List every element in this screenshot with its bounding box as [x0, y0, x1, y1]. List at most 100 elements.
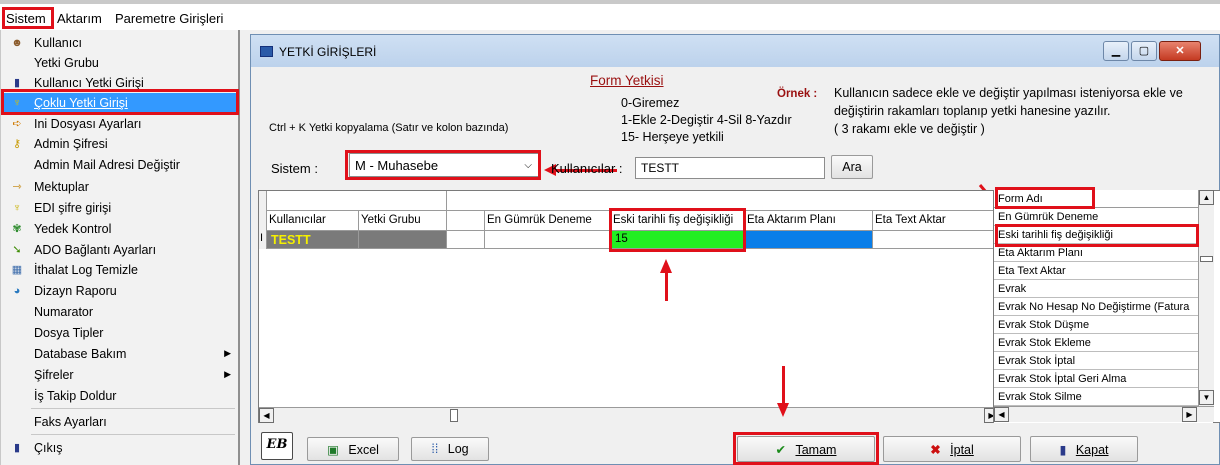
form-list-header[interactable]: Form Adı	[994, 190, 1198, 208]
form-list-item[interactable]: Evrak Stok İptal	[994, 352, 1198, 370]
menu-item-label: Dosya Tipler	[34, 326, 104, 340]
menu-aktarim[interactable]: Aktarım	[57, 11, 102, 26]
door-exit-icon: ▮	[1059, 443, 1067, 457]
cell-blank[interactable]	[447, 231, 485, 249]
menu-separator	[31, 434, 235, 435]
menu-item-label: Kullanıcı Yetki Girişi	[34, 76, 144, 90]
scroll-thumb[interactable]	[1200, 256, 1213, 262]
ara-button[interactable]: Ara	[831, 155, 873, 179]
grid-horizontal-scrollbar[interactable]: ◀ ▶	[259, 407, 1000, 423]
col-header-eta-text-aktar[interactable]: Eta Text Aktar	[873, 211, 1000, 231]
scroll-left-icon[interactable]: ◀	[259, 408, 274, 423]
menu-parametre-girisleri[interactable]: Paremetre Girişleri	[115, 11, 223, 26]
cell-user[interactable]: TESTT	[267, 231, 359, 249]
menu-item-numarator[interactable]: Numarator	[1, 302, 239, 322]
menu-item-label: EDI şifre girişi	[34, 201, 112, 215]
tamam-button[interactable]: ✔ Tamam	[737, 436, 875, 462]
menu-item-label: Kullanıcı	[34, 36, 82, 50]
menu-item-coklu-yetki-girisi[interactable]: ♆ Çoklu Yetki Girişi	[1, 93, 239, 113]
menu-item-kullanici-yetki-girisi[interactable]: ▮ Kullanıcı Yetki Girişi	[1, 73, 239, 93]
cell-eta-text[interactable]	[873, 231, 1000, 249]
form-list-horizontal-scrollbar[interactable]: ◀ ▶	[994, 406, 1214, 422]
menu-item-label: Dizayn Raporu	[34, 284, 117, 298]
menu-sistem[interactable]: Sistem	[6, 11, 46, 26]
menu-item-faks-ayarlari[interactable]: Faks Ayarları	[1, 412, 239, 432]
scroll-thumb[interactable]	[450, 409, 458, 422]
scroll-up-icon[interactable]: ▲	[1199, 190, 1214, 205]
menu-item-dizayn-raporu[interactable]: ◕ Dizayn Raporu	[1, 281, 239, 301]
scroll-down-icon[interactable]: ▼	[1199, 390, 1214, 405]
tamam-button-label: Tamam	[795, 443, 837, 457]
menu-item-edi-sifre-girisi[interactable]: ♆ EDI şifre girişi	[1, 198, 239, 218]
form-list-item[interactable]: Evrak Stok Ekleme	[994, 334, 1198, 352]
ornek-label: Örnek :	[777, 88, 818, 100]
menu-item-admin-sifresi[interactable]: ⚷ Admin Şifresi	[1, 134, 239, 154]
form-list-item[interactable]: En Gümrük Deneme	[994, 208, 1198, 226]
maximize-button[interactable]: ▢	[1131, 41, 1157, 61]
kapat-button-label: Kapat	[1075, 443, 1109, 457]
log-button-label: Log	[447, 442, 469, 456]
scroll-right-icon[interactable]: ▶	[1182, 407, 1197, 422]
close-icon: ✕	[1175, 45, 1185, 57]
form-list-item[interactable]: Eta Aktarım Planı	[994, 244, 1198, 262]
cell-eski-tarihli-fis[interactable]: 15	[611, 231, 745, 249]
menu-item-cikis[interactable]: ▮ Çıkış	[1, 438, 239, 458]
window-titlebar: YETKİ GİRİŞLERİ ▁ ▢ ✕	[251, 35, 1219, 67]
col-header-en-gumruk-deneme[interactable]: En Gümrük Deneme	[485, 211, 611, 231]
key-icon: ⚷	[12, 138, 22, 150]
kullanici-input[interactable]: TESTT	[635, 157, 825, 179]
menu-item-admin-mail-adresi[interactable]: Admin Mail Adresi Değiştir	[1, 155, 239, 175]
iptal-button[interactable]: ✖ İptal	[883, 436, 1021, 462]
form-list-item[interactable]: Evrak Stok Silme	[994, 388, 1198, 406]
minimize-button[interactable]: ▁	[1103, 41, 1129, 61]
form-list-vertical-scrollbar[interactable]: ▲ ▼	[1198, 190, 1214, 406]
col-header-blank[interactable]	[447, 211, 485, 231]
cell-en-gumruk[interactable]	[485, 231, 611, 249]
menu-item-ado-baglanti[interactable]: ➘ ADO Bağlantı Ayarları	[1, 240, 239, 260]
form-list-item-selected[interactable]: Eski tarihli fiş değişikliği	[994, 226, 1198, 244]
form-list-item[interactable]: Evrak No Hesap No Değiştirme (Fatura	[994, 298, 1198, 316]
col-header-kullanicilar[interactable]: Kullanıcılar	[267, 211, 359, 231]
submenu-arrow-icon: ▶	[224, 348, 231, 358]
col-header-eski-tarihli-fis[interactable]: Eski tarihli fiş değişikliği	[611, 211, 745, 231]
scroll-left-icon[interactable]: ◀	[994, 407, 1009, 422]
form-list-item[interactable]: Eta Text Aktar	[994, 262, 1198, 280]
form-list-item[interactable]: Evrak Stok İptal Geri Alma	[994, 370, 1198, 388]
menu-item-ithalat-log-temizle[interactable]: ▦ İthalat Log Temizle	[1, 260, 239, 280]
menu-item-database-bakim[interactable]: Database Bakım ▶	[1, 344, 239, 364]
kapat-button[interactable]: ▮ Kapat	[1030, 436, 1138, 462]
menu-item-kullanici[interactable]: ☻ Kullanıcı	[1, 33, 239, 53]
menu-item-label: Mektuplar	[34, 180, 89, 194]
cell-group[interactable]	[359, 231, 447, 249]
menu-item-mektuplar[interactable]: ⇾ Mektuplar	[1, 177, 239, 197]
grid-top-band	[259, 191, 1000, 211]
form-yetkisi-title: Form Yetkisi	[590, 73, 664, 88]
menu-item-yetki-grubu[interactable]: Yetki Grubu	[1, 53, 239, 73]
sistem-dropdown-menu: ☻ Kullanıcı Yetki Grubu ▮ Kullanıcı Yetk…	[0, 30, 240, 465]
ini-file-icon: ➪	[12, 118, 22, 130]
menu-item-dosya-tipler[interactable]: Dosya Tipler	[1, 323, 239, 343]
code-line-1: 1-Ekle 2-Degiştir 4-Sil 8-Yazdır	[621, 113, 792, 127]
eb-logo-button[interactable]: EB	[261, 432, 293, 460]
log-button[interactable]: ⁞⁞ Log	[411, 437, 489, 461]
excel-button[interactable]: ▣ Excel	[307, 437, 399, 461]
menu-item-label: Çıkış	[34, 441, 63, 455]
form-list: Form Adı En Gümrük Deneme Eski tarihli f…	[993, 187, 1214, 423]
menu-item-is-takip-doldur[interactable]: İş Takip Doldur	[1, 386, 239, 406]
menu-item-sifreler[interactable]: Şifreler ▶	[1, 365, 239, 385]
form-list-item[interactable]: Evrak Stok Düşme	[994, 316, 1198, 334]
col-header-yetki-grubu[interactable]: Yetki Grubu	[359, 211, 447, 231]
cell-eta-aktarim[interactable]	[745, 231, 873, 249]
connection-icon: ➘	[12, 244, 22, 256]
menu-item-ini-dosyasi-ayarlari[interactable]: ➪ Ini Dosyası Ayarları	[1, 114, 239, 134]
sistem-select[interactable]: M - Muhasebe ⌵	[349, 153, 539, 177]
menu-item-label: Yetki Grubu	[34, 56, 99, 70]
close-button[interactable]: ✕	[1159, 41, 1201, 61]
check-icon: ✔	[775, 443, 786, 457]
exit-icon: ▮	[13, 442, 21, 454]
edi-key-icon: ♆	[12, 202, 22, 214]
form-list-item[interactable]: Evrak	[994, 280, 1198, 298]
excel-button-label: Excel	[348, 443, 379, 457]
col-header-eta-aktarim-plani[interactable]: Eta Aktarım Planı	[745, 211, 873, 231]
menu-item-yedek-kontrol[interactable]: ✾ Yedek Kontrol	[1, 219, 239, 239]
